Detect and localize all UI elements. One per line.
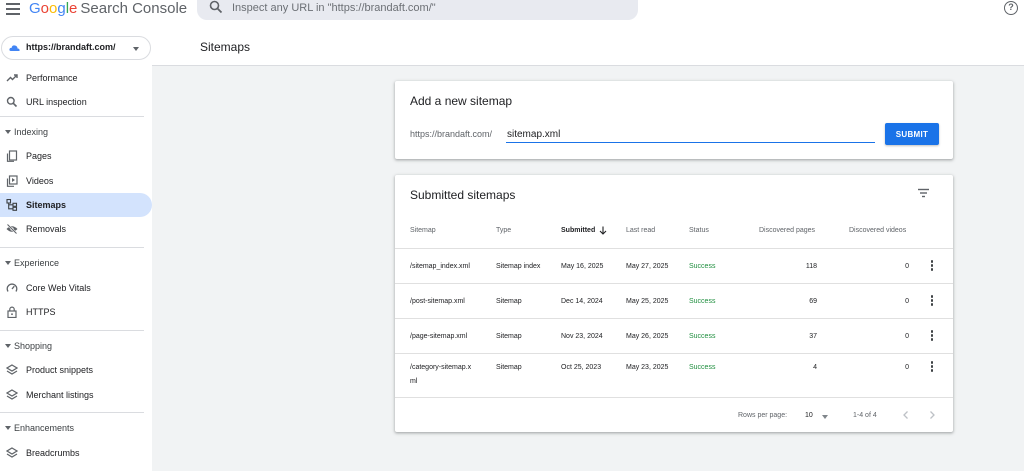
sidebar-item-sitemaps[interactable]: Sitemaps bbox=[0, 193, 152, 217]
sidebar-item-videos[interactable]: Videos bbox=[0, 169, 152, 193]
triangle-down-icon bbox=[5, 261, 11, 265]
sidebar: https://brandaft.com/ Performance URL in… bbox=[0, 20, 152, 471]
status-badge: Success bbox=[689, 333, 716, 340]
lock-icon bbox=[7, 306, 17, 318]
help-icon[interactable]: ? bbox=[1004, 1, 1018, 15]
column-header-type[interactable]: Type bbox=[496, 227, 511, 234]
page-title: Sitemaps bbox=[200, 40, 251, 54]
filter-icon[interactable] bbox=[917, 188, 930, 198]
search-input[interactable] bbox=[232, 1, 612, 15]
more-vert-icon[interactable] bbox=[930, 361, 934, 373]
property-selector[interactable]: https://brandaft.com/ bbox=[1, 36, 151, 60]
cloud-icon bbox=[9, 45, 20, 51]
rows-per-page-label: Rows per page: bbox=[738, 412, 788, 419]
status-badge: Success bbox=[689, 298, 716, 305]
sidebar-item-core-web-vitals[interactable]: Core Web Vitals bbox=[0, 276, 152, 300]
url-prefix: https://brandaft.com/ bbox=[410, 129, 493, 139]
column-header-discovered-pages[interactable]: Discovered pages bbox=[759, 227, 815, 234]
more-vert-icon[interactable] bbox=[930, 330, 934, 342]
triangle-down-icon bbox=[5, 344, 11, 348]
divider bbox=[0, 330, 144, 331]
page-range: 1-4 of 4 bbox=[853, 412, 877, 419]
sitemap-url-input[interactable] bbox=[506, 127, 875, 143]
column-header-discovered-videos[interactable]: Discovered videos bbox=[849, 227, 906, 234]
layers-icon bbox=[6, 447, 18, 458]
sidebar-item-https[interactable]: HTTPS bbox=[0, 300, 152, 324]
url-inspection-search[interactable] bbox=[197, 0, 638, 20]
search-icon bbox=[209, 0, 223, 14]
gauge-icon bbox=[6, 283, 18, 292]
top-bar: GoogleSearch Console ? bbox=[0, 0, 1024, 20]
trending-up-icon bbox=[6, 74, 18, 82]
sidebar-item-url-inspection[interactable]: URL inspection bbox=[0, 90, 152, 114]
column-header-sitemap[interactable]: Sitemap bbox=[410, 227, 436, 234]
divider bbox=[0, 116, 144, 117]
status-badge: Success bbox=[689, 263, 716, 270]
arrow-down-icon[interactable] bbox=[599, 226, 607, 235]
property-label: https://brandaft.com/ bbox=[26, 42, 116, 52]
video-icon bbox=[6, 175, 18, 187]
chevron-left-icon[interactable] bbox=[901, 410, 911, 420]
submitted-sitemaps-card: Submitted sitemaps Sitemap Type Submitte… bbox=[395, 175, 953, 432]
sidebar-item-product-snippets[interactable]: Product snippets bbox=[0, 358, 152, 382]
sidebar-item-breadcrumbs[interactable]: Breadcrumbs bbox=[0, 441, 152, 465]
chevron-down-icon bbox=[133, 47, 139, 51]
sidebar-item-performance[interactable]: Performance bbox=[0, 66, 152, 90]
page-header: Sitemaps bbox=[152, 20, 1024, 66]
sidebar-item-pages[interactable]: Pages bbox=[0, 144, 152, 168]
add-sitemap-card: Add a new sitemap https://brandaft.com/ … bbox=[395, 81, 953, 159]
status-badge: Success bbox=[689, 364, 716, 371]
table-row[interactable]: /post-sitemap.xml Sitemap Dec 14, 2024 M… bbox=[395, 283, 953, 318]
column-header-last-read[interactable]: Last read bbox=[626, 227, 655, 234]
sidebar-item-merchant-listings[interactable]: Merchant listings bbox=[0, 383, 152, 407]
table-row[interactable]: /category-sitemap.x ml Sitemap Oct 25, 2… bbox=[395, 353, 953, 397]
column-header-submitted[interactable]: Submitted bbox=[561, 227, 595, 234]
column-header-status[interactable]: Status bbox=[689, 227, 709, 234]
triangle-down-icon bbox=[5, 426, 11, 430]
chevron-right-icon[interactable] bbox=[927, 410, 937, 420]
divider bbox=[0, 412, 144, 413]
pages-icon bbox=[6, 150, 18, 162]
section-shopping[interactable]: Shopping bbox=[0, 337, 152, 357]
card-title: Add a new sitemap bbox=[410, 94, 513, 108]
divider bbox=[0, 247, 144, 248]
pagination: Rows per page: 10 1-4 of 4 bbox=[395, 397, 953, 432]
layers-icon bbox=[6, 389, 18, 400]
google-search-console-logo[interactable]: Google Search Console bbox=[29, 0, 187, 17]
main-content: Sitemaps Add a new sitemap https://brand… bbox=[152, 20, 1024, 471]
sitemap-icon bbox=[6, 199, 18, 211]
eye-off-icon bbox=[6, 223, 18, 235]
section-indexing[interactable]: Indexing bbox=[0, 123, 152, 143]
section-experience[interactable]: Experience bbox=[0, 254, 152, 274]
triangle-down-icon bbox=[5, 130, 11, 134]
product-name: Search Console bbox=[80, 0, 188, 17]
table-row[interactable]: /page-sitemap.xml Sitemap Nov 23, 2024 M… bbox=[395, 318, 953, 353]
section-enhancements[interactable]: Enhancements bbox=[0, 419, 152, 439]
rows-per-page-select[interactable]: 10 bbox=[805, 412, 813, 419]
table-row[interactable]: /sitemap_index.xml Sitemap index May 16,… bbox=[395, 248, 953, 283]
more-vert-icon[interactable] bbox=[930, 295, 934, 307]
search-icon bbox=[6, 96, 18, 108]
menu-icon[interactable] bbox=[6, 3, 20, 15]
more-vert-icon[interactable] bbox=[930, 260, 934, 272]
card-title: Submitted sitemaps bbox=[410, 188, 516, 202]
submit-button[interactable]: SUBMIT bbox=[885, 123, 939, 145]
layers-icon bbox=[6, 364, 18, 375]
chevron-down-icon[interactable] bbox=[822, 415, 828, 419]
sidebar-item-removals[interactable]: Removals bbox=[0, 217, 152, 241]
